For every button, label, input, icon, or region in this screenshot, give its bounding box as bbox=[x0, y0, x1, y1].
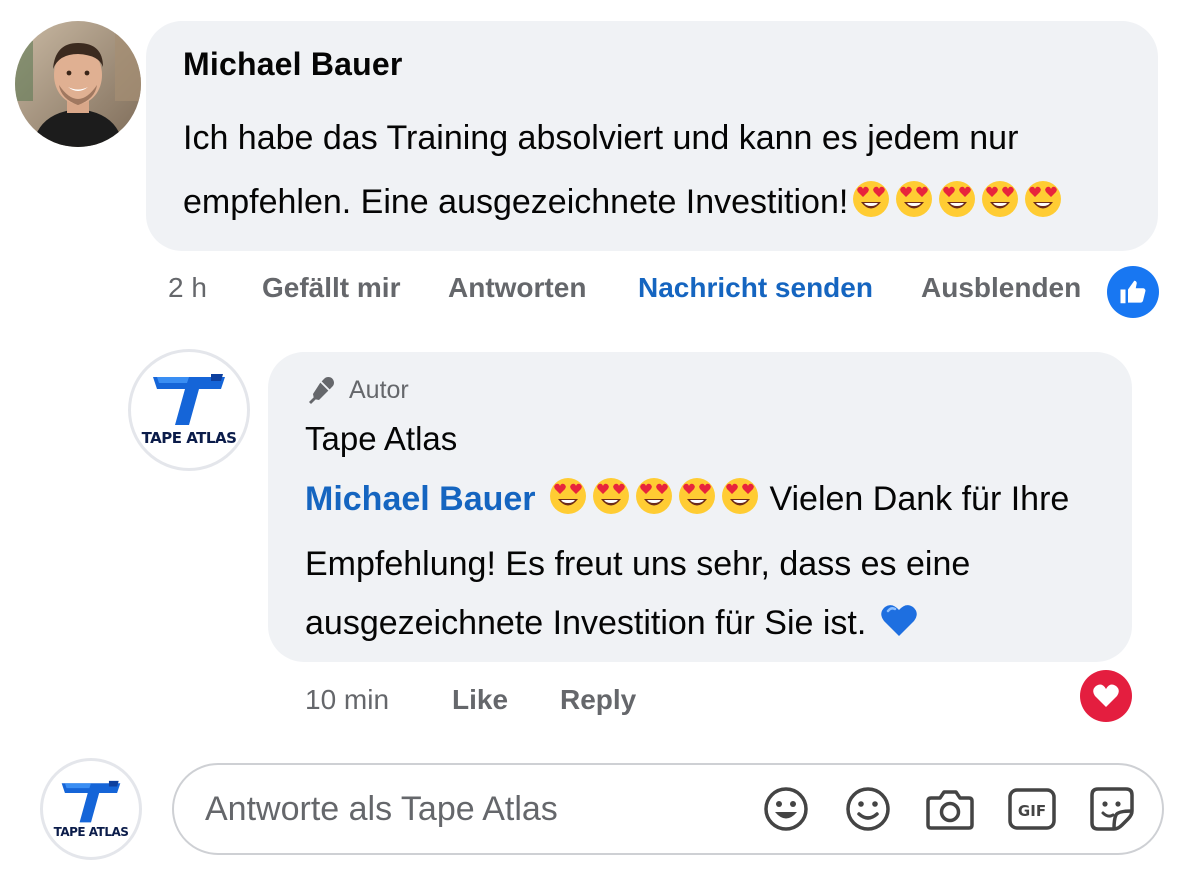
heart-eyes-emoji bbox=[939, 181, 976, 217]
heart-eyes-emoji bbox=[853, 181, 890, 217]
heart-eyes-emoji bbox=[982, 181, 1019, 217]
send-message-button[interactable]: Nachricht senden bbox=[638, 272, 873, 304]
thumbs-up-icon bbox=[1120, 280, 1146, 304]
reply-button[interactable]: Antworten bbox=[448, 272, 586, 304]
microphone-icon bbox=[309, 377, 334, 404]
comment-timestamp[interactable]: 2 h bbox=[168, 272, 207, 304]
person-photo-icon bbox=[15, 21, 141, 147]
reply-reply-button[interactable]: Reply bbox=[560, 684, 636, 716]
mention-link[interactable]: Michael Bauer bbox=[305, 480, 536, 518]
heart-icon bbox=[1093, 684, 1119, 707]
heart-eyes-emoji-row bbox=[848, 176, 1063, 240]
tape-atlas-avatar[interactable]: TAPE ATLAS bbox=[128, 349, 250, 471]
heart-eyes-emoji bbox=[549, 478, 586, 514]
comment-text: Ich habe das Training absolviert und kan… bbox=[183, 106, 1143, 240]
composer-avatar: TAPE ATLAS bbox=[40, 758, 142, 860]
heart-eyes-emoji-row bbox=[545, 476, 760, 535]
tape-atlas-logo-icon bbox=[61, 780, 121, 822]
reply-reaction-badge[interactable] bbox=[1080, 670, 1132, 722]
author-badge: Autor bbox=[305, 374, 409, 406]
svg-text:GIF: GIF bbox=[1018, 802, 1046, 820]
reply-like-button[interactable]: Like bbox=[452, 684, 508, 716]
logo-text: TAPE ATLAS bbox=[141, 429, 237, 447]
reply-author-name[interactable]: Tape Atlas bbox=[305, 420, 457, 458]
smiley-icon[interactable] bbox=[843, 784, 893, 834]
like-button[interactable]: Gefällt mir bbox=[262, 272, 400, 304]
logo-text: TAPE ATLAS bbox=[53, 824, 129, 839]
reply-input[interactable] bbox=[205, 790, 725, 829]
heart-eyes-emoji bbox=[678, 478, 715, 514]
gif-icon[interactable]: GIF bbox=[1007, 784, 1057, 834]
heart-eyes-emoji bbox=[896, 181, 933, 217]
hide-button[interactable]: Ausblenden bbox=[921, 272, 1081, 304]
avatar-sticker-icon[interactable] bbox=[761, 784, 811, 834]
commenter-avatar[interactable] bbox=[15, 21, 141, 147]
comment-author-name[interactable]: Michael Bauer bbox=[183, 46, 403, 83]
heart-eyes-emoji bbox=[1025, 181, 1062, 217]
tape-atlas-logo-icon bbox=[153, 374, 225, 425]
camera-icon[interactable] bbox=[925, 784, 975, 834]
reaction-badge[interactable] bbox=[1107, 266, 1159, 318]
reply-text: Michael Bauer Vielen Dank für Ihre Empfe… bbox=[305, 470, 1115, 659]
reply-timestamp[interactable]: 10 min bbox=[305, 684, 389, 716]
sticker-icon[interactable] bbox=[1087, 784, 1137, 834]
heart-eyes-emoji bbox=[592, 478, 629, 514]
heart-eyes-emoji bbox=[721, 478, 758, 514]
heart-eyes-emoji bbox=[635, 478, 672, 514]
blue-heart-emoji bbox=[876, 600, 919, 659]
author-badge-label: Autor bbox=[349, 375, 409, 404]
